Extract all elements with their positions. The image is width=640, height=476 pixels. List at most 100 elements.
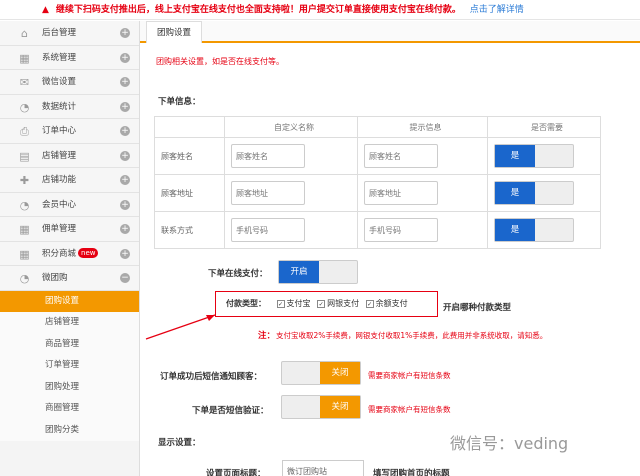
alipay-label: 支付宝 <box>286 299 311 308</box>
sidebar-item-store-features[interactable]: ✚ 店铺功能 + <box>0 168 139 193</box>
tip-cell <box>357 211 488 249</box>
sidebar-item-orders[interactable]: ⎙ 订单中心 + <box>0 119 139 144</box>
tip-cell <box>357 174 488 212</box>
sidebar-item-points-mall[interactable]: ▦ 积分商城 new + <box>0 241 139 266</box>
watermark: 微信号：veding <box>450 434 569 453</box>
page-hint: 团购相关设置，如是否在线支付等。 <box>156 57 284 66</box>
main-content: 团购设置 团购相关设置，如是否在线支付等。 下单信息： 自定义名称 提示信息 是… <box>140 21 640 476</box>
expand-icon[interactable]: − <box>120 273 130 283</box>
sms-verify-toggle[interactable]: 关闭 <box>281 395 361 419</box>
pie-icon: ◔ <box>19 198 30 212</box>
fee-note: 支付宝收取2%手续费，网银支付收取1%手续费，此费用并非系统收取，请知悉。 <box>276 331 548 340</box>
sidebar-item-label: 订单中心 <box>42 126 77 136</box>
field-label: 顾客姓名 <box>154 137 225 175</box>
balance-pay-checkbox[interactable]: ✓ <box>365 299 374 308</box>
table-row: 联系方式 是 <box>154 211 601 249</box>
pie-icon: ◔ <box>19 272 30 285</box>
balance-pay-label: 余额支付 <box>375 299 408 308</box>
sub-item-group-settings[interactable]: 团购设置 <box>0 290 139 312</box>
expand-icon[interactable]: + <box>120 28 130 38</box>
sub-item-orders[interactable]: 订单管理 <box>0 355 139 377</box>
sidebar-item-wechat[interactable]: ✉ 微信设置 + <box>0 70 139 95</box>
tab-bar: 团购设置 <box>140 21 640 43</box>
table-header: 是否需要 <box>487 116 601 138</box>
expand-icon[interactable]: + <box>120 175 130 185</box>
sidebar-item-members[interactable]: ◔ 会员中心 + <box>0 192 139 217</box>
table-header: 自定义名称 <box>224 116 358 138</box>
required-toggle[interactable]: 是 <box>494 144 574 168</box>
page-title-input[interactable] <box>282 460 364 476</box>
sub-item-products[interactable]: 商品管理 <box>0 333 139 355</box>
sidebar-item-group-buy[interactable]: ◔ 微团购 − <box>0 266 139 291</box>
sms-notify-toggle[interactable]: 关闭 <box>281 361 361 385</box>
sidebar-item-commission[interactable]: ▦ 佣单管理 + <box>0 217 139 242</box>
name-input[interactable] <box>231 144 305 168</box>
plus-icon: ✚ <box>19 174 30 187</box>
sidebar-item-label: 系统管理 <box>42 52 77 63</box>
sub-item-business-area[interactable]: 商圈管理 <box>0 398 139 420</box>
field-label: 联系方式 <box>154 211 225 249</box>
new-badge: new <box>78 248 99 258</box>
sub-item-group-process[interactable]: 团购处理 <box>0 376 139 398</box>
pay-types-note: 开启哪种付款类型 <box>443 303 512 313</box>
tip-input[interactable] <box>364 181 438 205</box>
pay-types-box: 付款类型： ✓ 支付宝 ✓ 网银支付 ✓ 余额支付 <box>215 291 438 317</box>
online-pay-toggle[interactable]: 开启 <box>278 260 358 284</box>
expand-icon[interactable]: + <box>120 77 130 87</box>
sub-item-categories[interactable]: 团购分类 <box>0 419 139 441</box>
name-cell <box>224 137 358 175</box>
display-settings-title: 显示设置： <box>158 438 201 448</box>
sidebar-item-admin[interactable]: ⌂ 后台管理 + <box>0 21 139 46</box>
bank-pay-checkbox[interactable]: ✓ <box>317 299 326 308</box>
tab-group-settings[interactable]: 团购设置 <box>146 21 203 43</box>
table-header: 提示信息 <box>357 116 488 138</box>
sidebar-item-label: 佣单管理 <box>42 224 77 234</box>
fee-note-label: 注： <box>258 331 276 341</box>
sidebar: ⌂ 后台管理 + ▦ 系统管理 + ✉ 微信设置 + ◔ 数据统计 + ⎙ 订单中心 + ▤ 店铺管理… <box>0 21 140 476</box>
expand-icon[interactable]: + <box>120 52 130 63</box>
name-input[interactable] <box>231 218 305 242</box>
sidebar-item-label: 微团购 <box>42 273 68 283</box>
grid-icon: ▦ <box>19 247 30 261</box>
sidebar-item-stats[interactable]: ◔ 数据统计 + <box>0 94 139 119</box>
required-toggle[interactable]: 是 <box>494 181 574 205</box>
sidebar-item-label: 店铺功能 <box>42 175 77 185</box>
expand-icon[interactable]: + <box>120 101 130 112</box>
sms-verify-note: 需要商家帐户有短信条数 <box>368 405 451 414</box>
expand-icon[interactable]: + <box>120 126 130 136</box>
name-input[interactable] <box>231 181 305 205</box>
mail-icon: ✉ <box>19 76 30 89</box>
expand-icon[interactable]: + <box>120 224 130 234</box>
page-title-note: 填写团购首页的标题 <box>373 469 450 476</box>
expand-icon[interactable]: + <box>120 150 130 161</box>
pay-types-label: 付款类型： <box>226 299 266 308</box>
notice-bar: ▲ 继续下扫码支付推出后，线上支付宝在线支付也全面支持啦！用户提交订单直接使用支… <box>0 0 640 20</box>
required-cell: 是 <box>487 211 601 249</box>
sms-notify-note: 需要商家帐户有短信条数 <box>368 371 451 380</box>
sms-verify-label: 下单是否短信验证： <box>192 406 269 416</box>
table-header-row: 自定义名称 提示信息 是否需要 <box>154 116 601 138</box>
grid-icon: ▦ <box>19 51 30 65</box>
sidebar-item-store[interactable]: ▤ 店铺管理 + <box>0 143 139 168</box>
table-row: 顾客地址 是 <box>154 174 601 212</box>
name-cell <box>224 211 358 249</box>
alipay-checkbox[interactable]: ✓ <box>276 299 285 308</box>
sms-notify-label: 订单成功后短信通知顾客： <box>160 372 263 382</box>
notice-link[interactable]: 点击了解详情 <box>470 5 524 15</box>
order-fields-table: 自定义名称 提示信息 是否需要 顾客姓名 是 顾客地址 是 联系方式 是 <box>154 116 601 249</box>
sub-item-store-manage[interactable]: 店铺管理 <box>0 312 139 334</box>
notice-message: 继续下扫码支付推出后，线上支付宝在线支付也全面支持啦！用户提交订单直接使用支付宝… <box>55 5 461 15</box>
sidebar-item-label: 数据统计 <box>42 101 77 112</box>
expand-icon[interactable]: + <box>120 199 130 210</box>
alert-icon: ▲ <box>42 5 49 15</box>
tip-input[interactable] <box>364 144 438 168</box>
home-icon: ⌂ <box>21 27 28 40</box>
expand-icon[interactable]: + <box>120 248 130 259</box>
grid-icon: ▦ <box>19 223 30 236</box>
required-toggle[interactable]: 是 <box>494 218 574 242</box>
sidebar-item-label: 积分商城 <box>42 248 77 259</box>
sidebar-item-system[interactable]: ▦ 系统管理 + <box>0 45 139 70</box>
tip-input[interactable] <box>364 218 438 242</box>
field-label: 顾客地址 <box>154 174 225 212</box>
store-icon: ▤ <box>19 149 30 163</box>
